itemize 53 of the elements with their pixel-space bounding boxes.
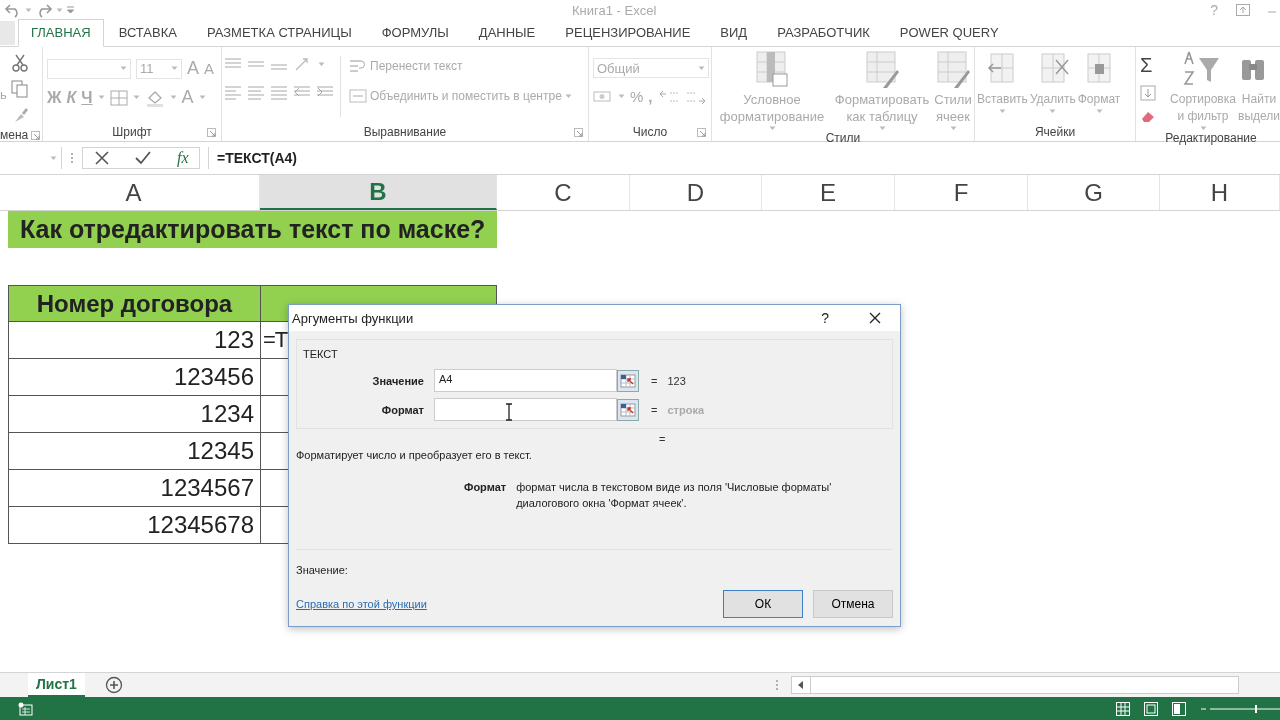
function-description: Форматирует число и преобразует его в текст. [296, 449, 533, 463]
ribbon-tab[interactable]: ВСТАВКА [103, 19, 192, 46]
sheet-tab[interactable]: Лист1 [28, 673, 85, 697]
argument-label: Формат [380, 403, 425, 416]
group-label: мена [0, 128, 29, 142]
formula-result: = [659, 433, 666, 445]
ribbon-tab[interactable]: ФОРМУЛЫ [366, 19, 464, 46]
table-cell: 123456 [8, 359, 260, 396]
cancel-button[interactable]: Отмена [813, 590, 893, 618]
column-header[interactable]: D [630, 175, 762, 210]
column-header[interactable]: E [762, 175, 895, 210]
insert-function-button[interactable]: fx [177, 149, 189, 167]
header-cell: Номер договора [8, 285, 260, 322]
window-title: Книга1 - Excel [572, 3, 657, 18]
argument-description: формат числа в текстовом виде из поля 'Числовые форматы' диалогового окна 'Формат ячеек'. [516, 480, 833, 511]
table-cell: 1234567 [8, 470, 260, 507]
equals-sign: = [651, 403, 658, 416]
column-header[interactable]: G [1028, 175, 1160, 210]
argument-field[interactable]: A4 [434, 369, 617, 392]
table-cell: 123 [8, 322, 260, 359]
formula-field[interactable]: =ТЕКСТ(A4) [208, 147, 1280, 169]
group-label: Стили [825, 131, 861, 145]
ribbon-tab[interactable]: РЕЦЕНЗИРОВАНИЕ [550, 19, 706, 46]
table-cell: 1234 [8, 396, 260, 433]
ribbon-tab[interactable]: РАЗРАБОТЧИК [762, 19, 885, 46]
ribbon-tab[interactable]: ГЛАВНАЯ [18, 19, 104, 47]
table-cell: 12345678 [8, 507, 260, 544]
column-header[interactable]: H [1160, 175, 1280, 210]
column-header[interactable]: F [895, 175, 1028, 210]
column-header[interactable]: B [260, 175, 497, 210]
autosum-button[interactable]: Σ [1140, 54, 1166, 77]
group-label: Число [632, 125, 668, 139]
group-label: Шрифт [112, 125, 152, 139]
column-header[interactable]: C [497, 175, 630, 210]
ribbon-tab[interactable]: ДАННЫЕ [463, 19, 551, 46]
argument-name: Формат [464, 480, 507, 495]
argument-result: строка [667, 403, 704, 416]
argument-result: 123 [667, 374, 686, 387]
ribbon-tab[interactable]: ВИД [705, 19, 763, 46]
ok-button[interactable]: ОК [723, 590, 803, 618]
ribbon-tab[interactable]: POWER QUERY [884, 19, 1014, 46]
help-button[interactable]: ? [821, 310, 829, 326]
title-cell: Как отредактировать текст по маске? [8, 211, 497, 248]
group-label: Ячейки [1034, 125, 1076, 139]
group-label: Выравнивание [363, 125, 447, 139]
help-link[interactable]: Справка по этой функции [296, 598, 713, 610]
table-cell: 12345 [8, 433, 260, 470]
function-name: ТЕКСТ [303, 348, 338, 360]
argument-label: Значение [371, 374, 425, 387]
ribbon-tab[interactable]: РАЗМЕТКА СТРАНИЦЫ [191, 19, 367, 46]
group-label: Редактирование [1165, 131, 1257, 145]
result-label: Значение: [296, 564, 349, 576]
equals-sign: = [651, 374, 658, 387]
